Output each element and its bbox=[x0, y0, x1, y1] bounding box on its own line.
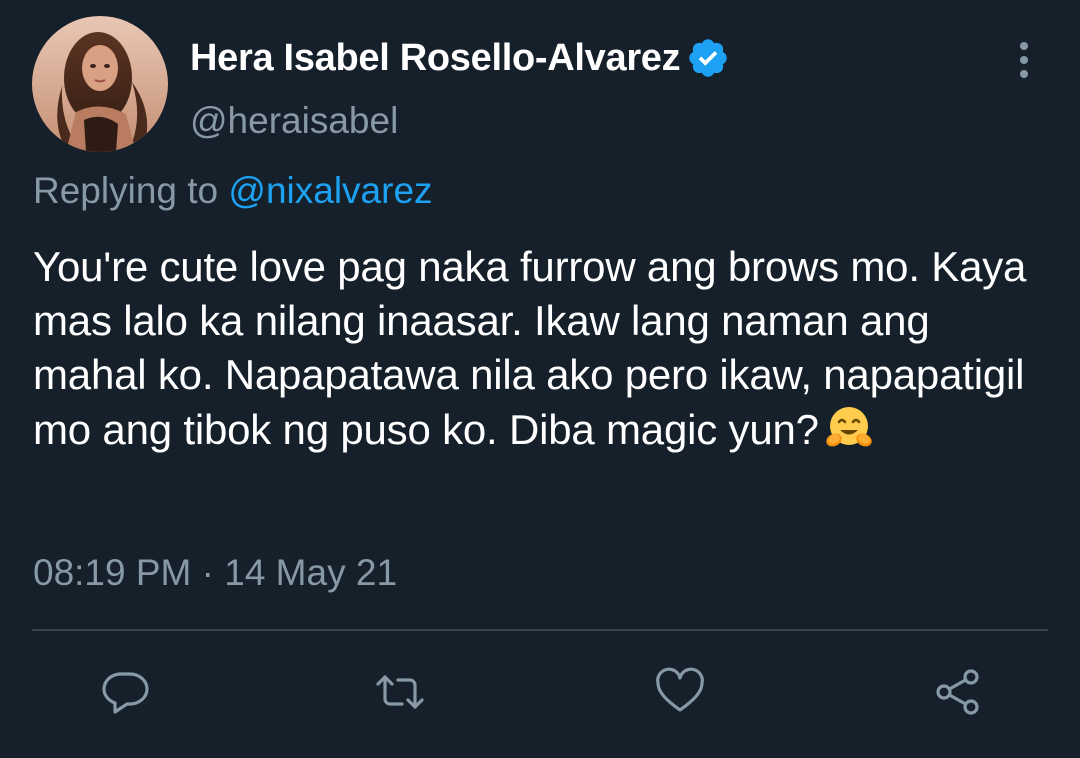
replying-to-line: Replying to @nixalvarez bbox=[33, 170, 433, 212]
share-icon[interactable] bbox=[932, 666, 984, 718]
more-vertical-icon[interactable] bbox=[1004, 38, 1044, 82]
author-handle[interactable]: @heraisabel bbox=[190, 100, 398, 142]
avatar[interactable] bbox=[32, 16, 168, 152]
verified-badge-icon bbox=[686, 36, 730, 80]
tweet-text: You're cute love pag naka furrow ang bro… bbox=[33, 243, 1027, 453]
retweet-icon[interactable] bbox=[374, 666, 426, 718]
hugging-face-emoji bbox=[823, 402, 875, 454]
author-display-name[interactable]: Hera Isabel Rosello-Alvarez bbox=[190, 37, 681, 80]
tweet-text-container: You're cute love pag naka furrow ang bro… bbox=[33, 240, 1053, 457]
author-name-row[interactable]: Hera Isabel Rosello-Alvarez bbox=[190, 34, 730, 82]
tweet-timestamp: 08:19 PM · 14 May 21 bbox=[33, 552, 398, 593]
replying-to-label: Replying to bbox=[33, 170, 219, 211]
divider bbox=[32, 629, 1048, 631]
heart-icon[interactable] bbox=[654, 666, 706, 718]
comment-icon[interactable] bbox=[99, 666, 151, 718]
replying-to-link[interactable]: @nixalvarez bbox=[228, 170, 432, 211]
tweet-detail: Hera Isabel Rosello-Alvarez @heraisabel … bbox=[0, 0, 1080, 758]
